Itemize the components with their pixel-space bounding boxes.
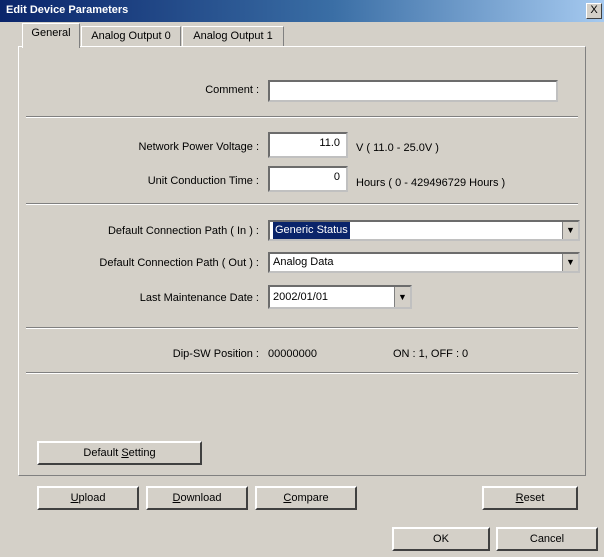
uct-field[interactable]: 0 bbox=[268, 166, 348, 192]
window-title: Edit Device Parameters bbox=[6, 4, 129, 16]
path-out-label: Default Connection Path ( Out ) : bbox=[99, 257, 259, 269]
voltage-range: V ( 11.0 - 25.0V ) bbox=[356, 142, 439, 154]
reset-button[interactable]: Reset bbox=[482, 486, 578, 510]
divider bbox=[26, 372, 578, 374]
reset-mnemonic: R bbox=[515, 492, 524, 504]
path-in-value: Generic Status bbox=[273, 222, 350, 239]
voltage-field[interactable]: 11.0 bbox=[268, 132, 348, 158]
ok-button[interactable]: OK bbox=[392, 527, 490, 551]
comment-field[interactable] bbox=[268, 80, 558, 102]
tab-analog-output-1[interactable]: Analog Output 1 bbox=[182, 26, 284, 46]
dip-label: Dip-SW Position : bbox=[172, 348, 259, 360]
upload-label: pload bbox=[78, 492, 106, 504]
cancel-button[interactable]: Cancel bbox=[496, 527, 598, 551]
default-setting-button[interactable]: Default Setting bbox=[37, 441, 202, 465]
dip-note: ON : 1, OFF : 0 bbox=[393, 348, 469, 360]
upload-button[interactable]: Upload bbox=[37, 486, 139, 510]
chevron-down-icon[interactable]: ▼ bbox=[394, 287, 410, 307]
divider bbox=[26, 116, 578, 118]
default-setting-mnemonic: S bbox=[121, 447, 129, 459]
voltage-label: Network Power Voltage : bbox=[138, 141, 259, 153]
default-setting-label: Default bbox=[83, 447, 122, 459]
maint-label: Last Maintenance Date : bbox=[139, 292, 259, 304]
maint-date-picker[interactable]: 2002/01/01 ▼ bbox=[268, 285, 412, 309]
divider bbox=[26, 203, 578, 205]
comment-label: Comment : bbox=[205, 84, 259, 96]
path-in-label: Default Connection Path ( In ) : bbox=[107, 225, 259, 237]
close-icon[interactable]: X bbox=[586, 3, 602, 19]
path-in-select[interactable]: Generic Status ▼ bbox=[268, 220, 580, 241]
download-label: ownload bbox=[180, 492, 222, 504]
title-bar: Edit Device Parameters X bbox=[0, 0, 604, 22]
path-out-value: Analog Data bbox=[273, 256, 334, 268]
reset-label: eset bbox=[523, 492, 545, 504]
uct-range: Hours ( 0 - 429496729 Hours ) bbox=[356, 177, 506, 189]
uct-label: Unit Conduction Time : bbox=[147, 175, 259, 187]
compare-button[interactable]: Compare bbox=[255, 486, 357, 510]
upload-mnemonic: U bbox=[70, 492, 79, 504]
path-out-select[interactable]: Analog Data ▼ bbox=[268, 252, 580, 273]
dip-value: 00000000 bbox=[268, 348, 317, 360]
download-button[interactable]: Download bbox=[146, 486, 248, 510]
tab-general[interactable]: General bbox=[22, 23, 80, 48]
chevron-down-icon[interactable]: ▼ bbox=[562, 222, 578, 239]
default-setting-label-rest: etting bbox=[128, 447, 156, 459]
divider bbox=[26, 327, 578, 329]
compare-label: ompare bbox=[291, 492, 329, 504]
chevron-down-icon[interactable]: ▼ bbox=[562, 254, 578, 271]
maint-value: 2002/01/01 bbox=[273, 291, 329, 303]
tab-analog-output-0[interactable]: Analog Output 0 bbox=[81, 26, 181, 46]
